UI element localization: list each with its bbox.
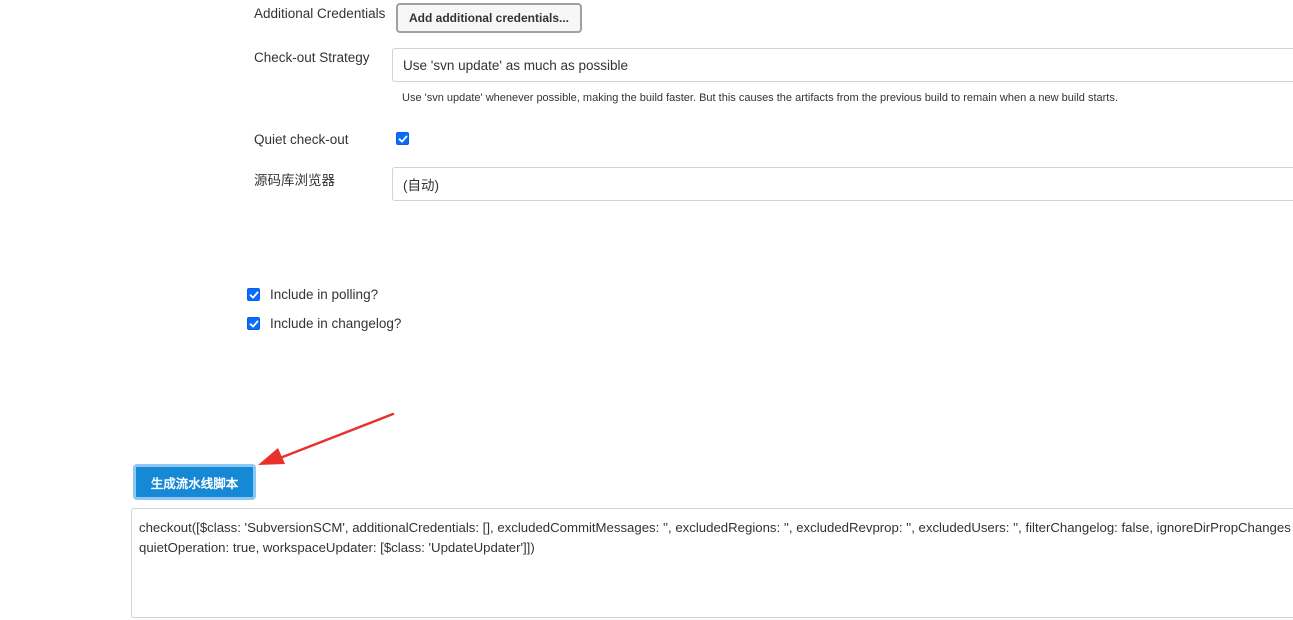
quiet-checkout-label: Quiet check-out: [254, 132, 349, 147]
checkout-strategy-help-text: Use 'svn update' whenever possible, maki…: [402, 92, 1118, 104]
checkout-strategy-value: Use 'svn update' as much as possible: [403, 57, 629, 73]
pipeline-script-output[interactable]: checkout([$class: 'SubversionSCM', addit…: [131, 508, 1293, 618]
generate-pipeline-script-button[interactable]: 生成流水线脚本: [133, 464, 256, 500]
additional-credentials-label: Additional Credentials: [254, 6, 386, 21]
include-changelog-checkbox[interactable]: [247, 317, 260, 330]
checkmark-icon: [398, 135, 407, 142]
checkmark-icon: [249, 291, 258, 298]
annotation-arrow-icon: [258, 412, 395, 465]
quiet-checkout-checkbox[interactable]: [396, 132, 409, 145]
repo-browser-select[interactable]: (自动): [392, 167, 1293, 201]
include-polling-checkbox[interactable]: [247, 288, 260, 301]
checkout-strategy-label: Check-out Strategy: [254, 50, 370, 65]
checkmark-icon: [249, 320, 258, 327]
repo-browser-label: 源码库浏览器: [254, 173, 335, 188]
checkout-strategy-select[interactable]: Use 'svn update' as much as possible: [392, 48, 1293, 82]
include-polling-label: Include in polling?: [270, 287, 379, 302]
repo-browser-value: (自动): [403, 178, 439, 193]
script-line-1: checkout([$class: 'SubversionSCM', addit…: [139, 520, 1291, 535]
include-changelog-label: Include in changelog?: [270, 316, 402, 331]
script-line-2: quietOperation: true, workspaceUpdater: …: [139, 540, 535, 555]
add-additional-credentials-button[interactable]: Add additional credentials...: [396, 3, 582, 33]
